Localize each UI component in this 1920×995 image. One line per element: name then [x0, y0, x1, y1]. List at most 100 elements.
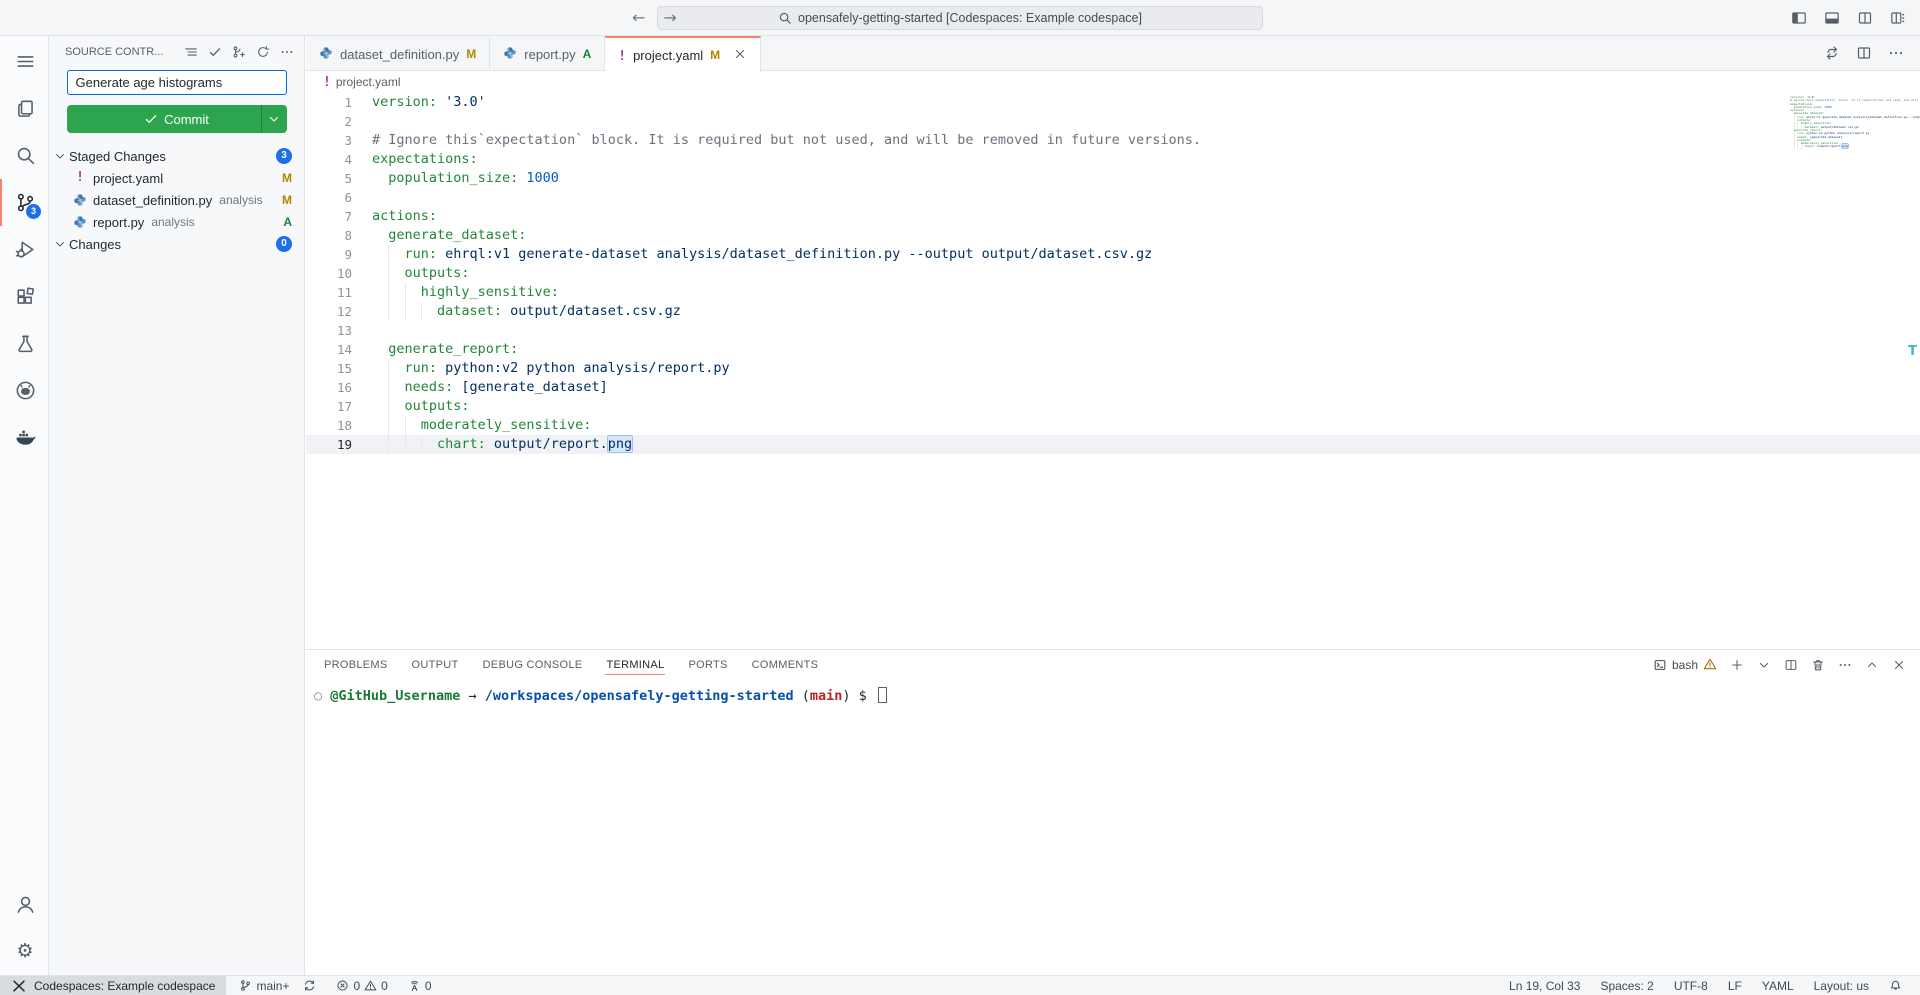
- code-editor[interactable]: 1version: '3.0'23# Ignore this`expectati…: [306, 93, 1920, 649]
- scm-group-changes[interactable]: Changes0: [49, 233, 304, 255]
- line-number: 9: [306, 245, 352, 264]
- breadcrumb[interactable]: ! project.yaml: [306, 71, 1920, 93]
- remote-indicator[interactable]: Codespaces: Example codespace: [0, 976, 226, 995]
- code-line-17: 17 outputs:: [306, 397, 1920, 416]
- layout-panel-icon[interactable]: [1824, 10, 1840, 26]
- forward-arrow-icon[interactable]: →: [663, 8, 676, 27]
- error-icon: [336, 979, 349, 992]
- sidebar-header: SOURCE CONTR...: [49, 36, 304, 68]
- branch-indicator[interactable]: main+: [232, 976, 296, 995]
- line-number: 2: [306, 112, 352, 131]
- split-icon[interactable]: [1784, 658, 1798, 672]
- chevron-down-icon[interactable]: [1757, 658, 1771, 672]
- back-arrow-icon[interactable]: ←: [632, 8, 645, 27]
- shell-selector[interactable]: bash: [1653, 657, 1717, 674]
- encoding-indicator[interactable]: UTF-8: [1664, 979, 1718, 993]
- panel-tab-debug-console[interactable]: DEBUG CONSOLE: [471, 650, 595, 680]
- code-line-19: 19 chart: output/report.png: [306, 435, 1920, 454]
- open-changes-icon[interactable]: [1824, 45, 1840, 61]
- terminal-cursor: [878, 687, 887, 703]
- sync-icon: [303, 979, 316, 992]
- activity-item-github[interactable]: [0, 367, 48, 414]
- bell-icon: [1889, 979, 1902, 992]
- chevron-up-icon[interactable]: [1865, 658, 1879, 672]
- close-icon[interactable]: [1892, 658, 1906, 672]
- command-center-search[interactable]: opensafely-getting-started [Codespaces: …: [657, 6, 1263, 30]
- panel-tab-problems[interactable]: PROBLEMS: [312, 650, 400, 680]
- files-icon: [15, 98, 36, 119]
- plus-icon[interactable]: [1730, 658, 1744, 672]
- view-as-list-icon[interactable]: [184, 45, 198, 59]
- problems-indicator[interactable]: 0 0: [329, 976, 394, 995]
- activity-item-run-debug[interactable]: [0, 226, 48, 273]
- check-icon: [144, 112, 158, 126]
- panel-tab-terminal[interactable]: TERMINAL: [594, 650, 676, 680]
- indentation-indicator[interactable]: Spaces: 2: [1590, 979, 1663, 993]
- keyboard-layout-indicator[interactable]: Layout: us: [1804, 979, 1879, 993]
- activity-item-menu[interactable]: [0, 38, 48, 85]
- title-bar: ← → opensafely-getting-started [Codespac…: [0, 0, 1920, 36]
- check-icon[interactable]: [208, 45, 222, 59]
- language-indicator[interactable]: YAML: [1752, 979, 1804, 993]
- ports-count: 0: [425, 979, 432, 993]
- activity-item-explorer[interactable]: [0, 85, 48, 132]
- commit-button[interactable]: Commit: [67, 105, 287, 133]
- more-icon[interactable]: [1838, 658, 1852, 672]
- scm-file-row[interactable]: !project.yamlM: [49, 167, 304, 189]
- scm-file-row[interactable]: dataset_definition.pyanalysisM: [49, 189, 304, 211]
- activity-item-extensions[interactable]: [0, 273, 48, 320]
- split-editor-icon[interactable]: [1856, 45, 1872, 61]
- layout-grid-icon[interactable]: [1890, 10, 1906, 26]
- commit-dropdown-button[interactable]: [261, 105, 287, 133]
- more-icon[interactable]: [280, 45, 294, 59]
- code-line-15: 15 run: python:v2 python analysis/report…: [306, 359, 1920, 378]
- close-icon[interactable]: [733, 47, 747, 61]
- split-editor-icon[interactable]: [1857, 10, 1873, 26]
- ports-indicator[interactable]: 0: [401, 976, 439, 995]
- minimap[interactable]: version: '3.0'# Ignore this`expectation`…: [1790, 96, 1894, 149]
- line-number: 10: [306, 264, 352, 283]
- activity-item-docker[interactable]: [0, 414, 48, 461]
- scm-group-staged-changes[interactable]: Staged Changes3: [49, 145, 304, 167]
- line-number: 15: [306, 359, 352, 378]
- git-status-letter: M: [282, 171, 292, 185]
- panel-tab-comments[interactable]: COMMENTS: [740, 650, 831, 680]
- terminal-toolbar: bash: [1653, 650, 1906, 680]
- panel-tab-output[interactable]: OUTPUT: [400, 650, 471, 680]
- activity-item-source-control[interactable]: 3: [0, 179, 48, 226]
- scm-file-row[interactable]: report.pyanalysisA: [49, 211, 304, 233]
- editor-tab-dataset_definition.py[interactable]: dataset_definition.pyM: [306, 36, 490, 70]
- editor-tab-project.yaml[interactable]: !project.yamlM: [605, 36, 761, 72]
- remote-icon: [11, 978, 27, 994]
- gear-icon: ⚙: [16, 942, 33, 961]
- source-control-tree: Staged Changes3!project.yamlMdataset_def…: [49, 145, 304, 255]
- cursor-position[interactable]: Ln 19, Col 33: [1499, 979, 1590, 993]
- more-icon[interactable]: [1888, 45, 1904, 61]
- tab-label: project.yaml: [633, 48, 703, 63]
- terminal[interactable]: ○ @GitHub_Username → /workspaces/opensaf…: [314, 687, 1920, 705]
- line-number: 4: [306, 150, 352, 169]
- activity-item-search[interactable]: [0, 132, 48, 179]
- python: [73, 215, 87, 229]
- activity-item-testing[interactable]: [0, 320, 48, 367]
- activity-item-accounts[interactable]: [0, 881, 48, 928]
- panel-tab-ports[interactable]: PORTS: [676, 650, 739, 680]
- branch-plus-icon[interactable]: [232, 45, 246, 59]
- warning-count: 0: [381, 979, 388, 993]
- eol-indicator[interactable]: LF: [1718, 979, 1752, 993]
- tab-status-letter: A: [583, 47, 592, 61]
- github-icon: [15, 380, 36, 401]
- refresh-icon[interactable]: [256, 45, 270, 59]
- trash-icon[interactable]: [1811, 658, 1825, 672]
- editor-tab-report.py[interactable]: report.pyA: [490, 36, 605, 70]
- line-number: 3: [306, 131, 352, 150]
- sync-button[interactable]: [296, 976, 323, 995]
- commit-message-input[interactable]: [67, 70, 287, 95]
- layout-sidebar-icon[interactable]: [1791, 10, 1807, 26]
- chevron-down-icon: [53, 149, 67, 163]
- code-line-14: 14 generate_report:: [306, 340, 1920, 359]
- group-count-badge: 0: [276, 236, 292, 252]
- activity-item-settings[interactable]: ⚙: [0, 928, 48, 975]
- notifications-bell[interactable]: [1879, 979, 1912, 992]
- code-line-11: 11 highly_sensitive:: [306, 283, 1920, 302]
